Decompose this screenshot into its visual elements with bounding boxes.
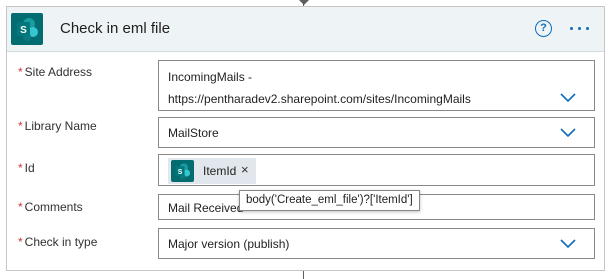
close-icon[interactable]: × xyxy=(241,162,249,177)
site-address-value-line1: IncomingMails - xyxy=(168,70,253,84)
action-card: S Check in eml file ? * Site Address Inco… xyxy=(6,6,605,271)
site-address-dropdown[interactable]: IncomingMails - https://pentharadev2.sha… xyxy=(158,60,595,111)
check-in-type-label: * Check in type xyxy=(18,235,97,249)
library-name-value: MailStore xyxy=(168,126,219,140)
id-input[interactable]: S ItemId × xyxy=(158,154,595,186)
check-in-type-dropdown[interactable]: Major version (publish) xyxy=(158,228,595,259)
library-name-dropdown[interactable]: MailStore xyxy=(158,117,595,148)
comments-label-text: Comments xyxy=(24,200,83,214)
card-header[interactable]: S Check in eml file ? xyxy=(7,7,604,52)
required-marker: * xyxy=(18,161,23,175)
chevron-down-icon[interactable] xyxy=(560,239,576,249)
library-name-label: * Library Name xyxy=(18,119,97,133)
required-marker: * xyxy=(18,200,23,214)
sharepoint-icon: S xyxy=(11,13,43,45)
library-name-label-text: Library Name xyxy=(24,119,97,133)
required-marker: * xyxy=(18,235,23,249)
chevron-down-icon[interactable] xyxy=(560,128,576,138)
site-address-label: * Site Address xyxy=(18,65,92,79)
expression-tooltip: body('Create_eml_file')?['ItemId'] xyxy=(239,190,420,211)
svg-text:S: S xyxy=(20,25,27,36)
sharepoint-icon: S xyxy=(171,160,194,182)
card-title: Check in eml file xyxy=(60,20,171,37)
flow-arrow-icon xyxy=(299,0,309,5)
site-address-label-text: Site Address xyxy=(24,65,93,79)
help-icon[interactable]: ? xyxy=(535,20,552,37)
svg-text:S: S xyxy=(178,169,183,176)
required-marker: * xyxy=(18,119,23,133)
dynamic-content-token[interactable]: S ItemId × xyxy=(168,158,256,184)
id-label: * Id xyxy=(18,161,35,175)
flow-connector-bottom xyxy=(303,271,304,279)
check-in-type-label-text: Check in type xyxy=(24,235,98,249)
token-label: ItemId xyxy=(203,164,237,178)
ellipsis-icon[interactable] xyxy=(570,27,592,31)
comments-value: Mail Received xyxy=(168,201,244,215)
check-in-type-value: Major version (publish) xyxy=(168,237,290,251)
chevron-down-icon[interactable] xyxy=(560,93,576,103)
comments-label: * Comments xyxy=(18,200,83,214)
required-marker: * xyxy=(18,65,23,79)
id-label-text: Id xyxy=(24,161,35,175)
site-address-value-line2: https://pentharadev2.sharepoint.com/site… xyxy=(168,92,471,106)
